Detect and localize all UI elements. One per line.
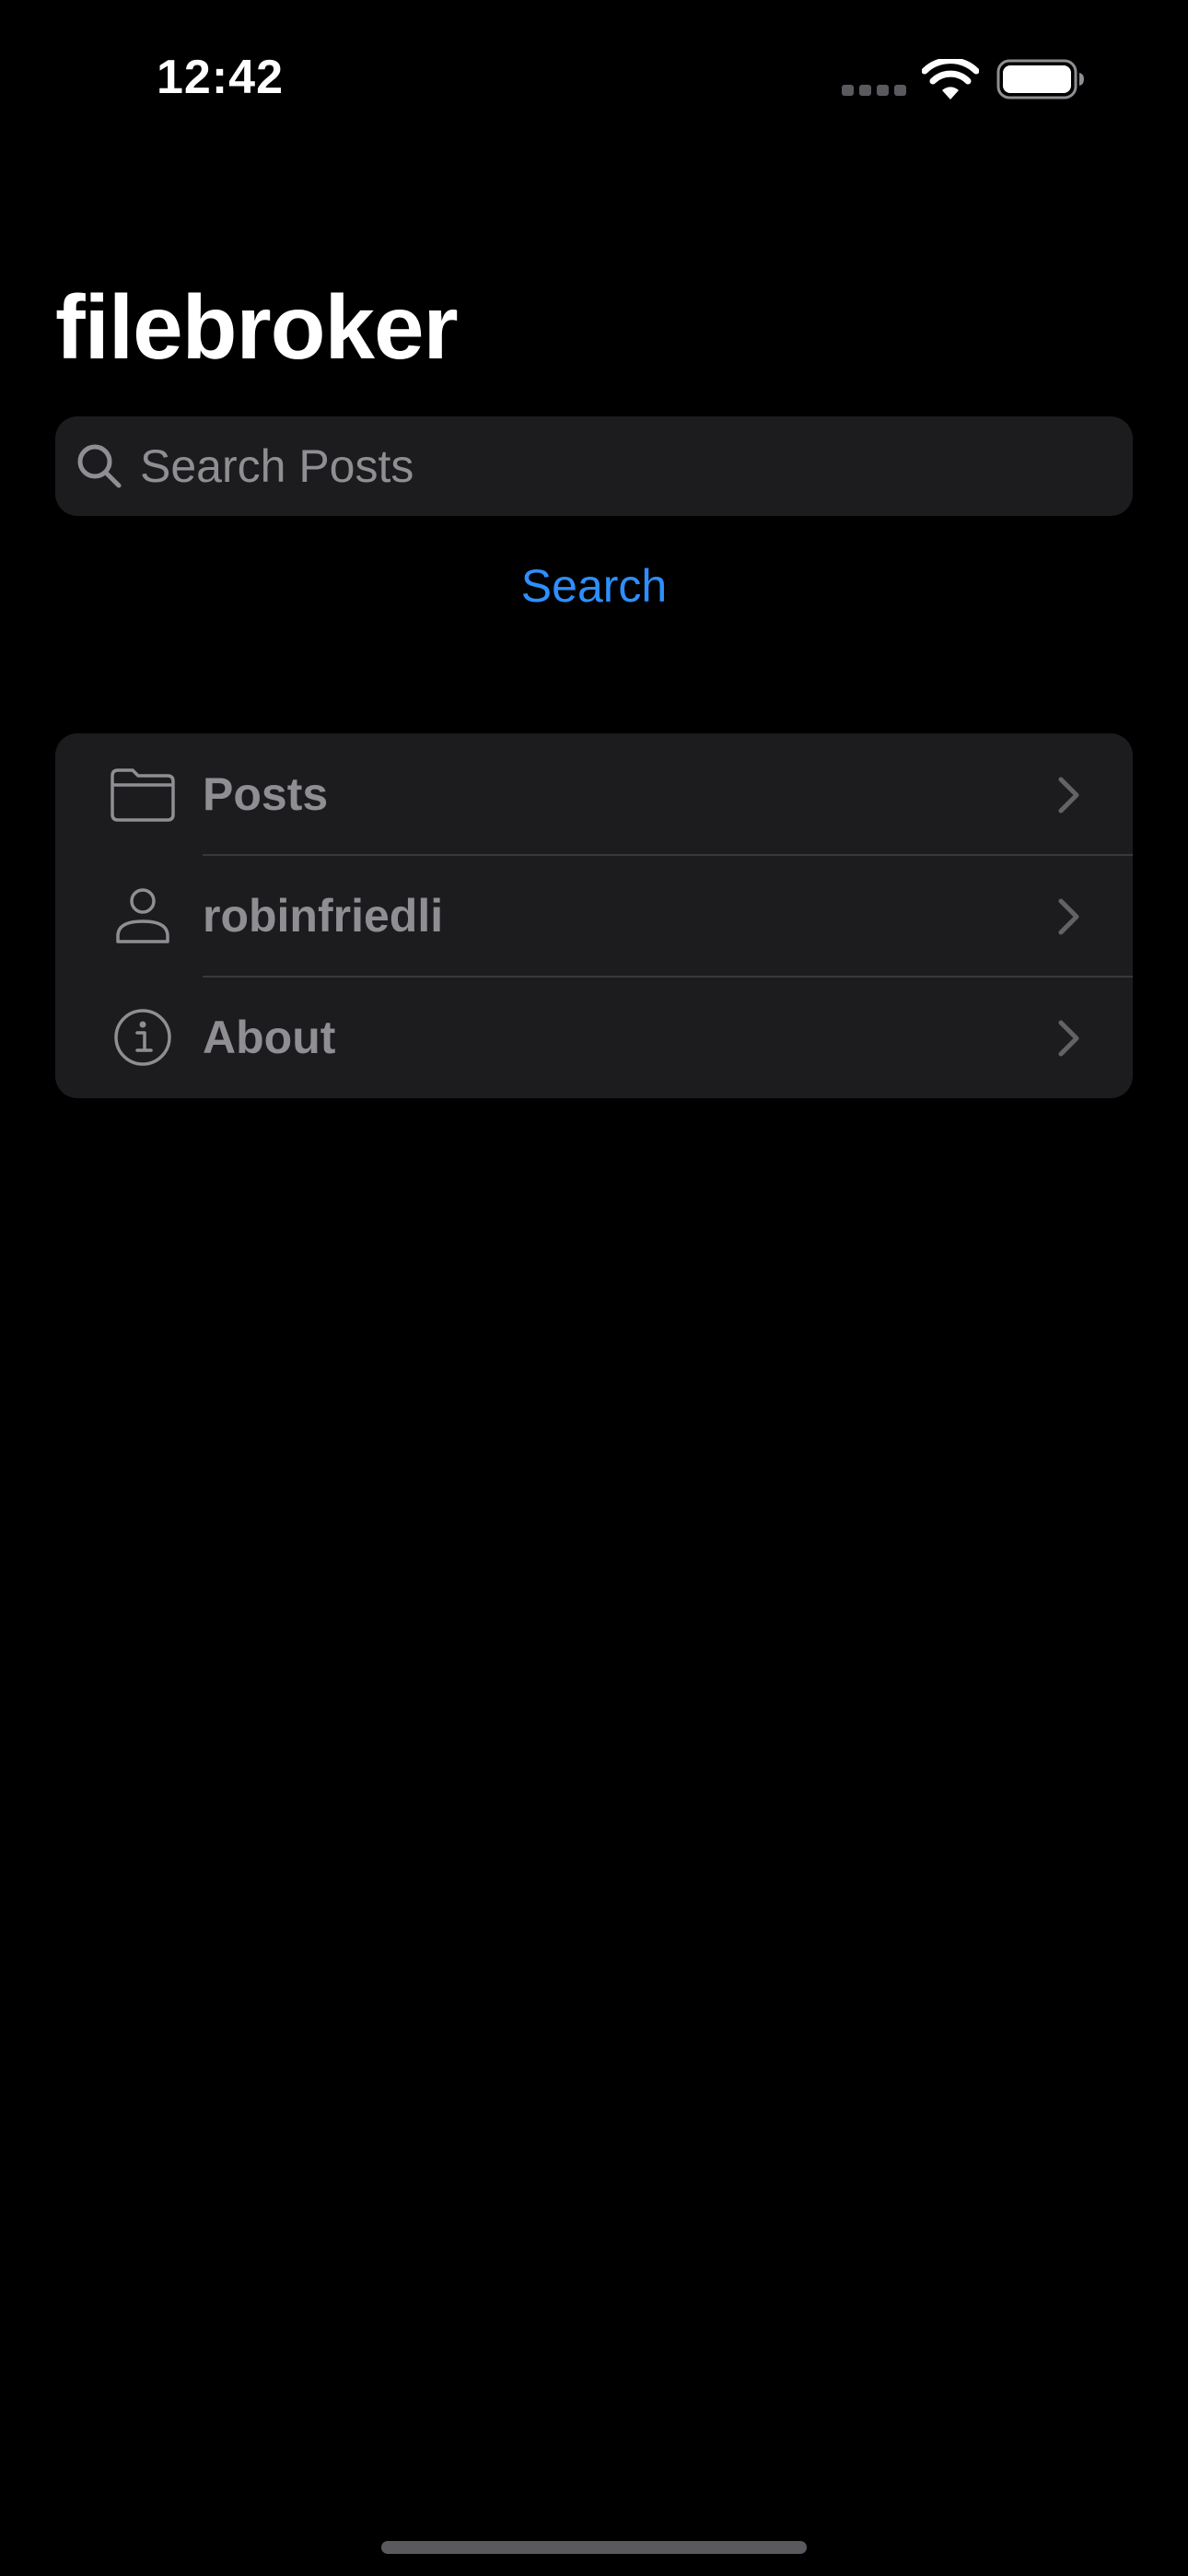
- menu-item-about[interactable]: About: [55, 977, 1133, 1098]
- chevron-right-icon: [1058, 777, 1079, 814]
- menu-list: Posts robinfriedli About: [55, 733, 1133, 1098]
- status-time: 12:42: [157, 51, 284, 104]
- page-title: filebroker: [55, 276, 459, 378]
- menu-item-label: About: [203, 1012, 336, 1063]
- search-button[interactable]: Search: [0, 553, 1188, 619]
- person-icon: [116, 888, 169, 943]
- wifi-icon: [922, 59, 979, 100]
- status-bar: 12:42: [0, 0, 1188, 147]
- info-icon: [114, 1009, 171, 1066]
- menu-item-label: Posts: [203, 768, 329, 820]
- menu-item-label: robinfriedli: [203, 890, 444, 942]
- search-field[interactable]: [55, 416, 1133, 516]
- chevron-right-icon: [1058, 898, 1079, 935]
- menu-item-posts[interactable]: Posts: [55, 733, 1133, 855]
- chevron-right-icon: [1058, 1020, 1079, 1057]
- home-indicator[interactable]: [381, 2541, 807, 2554]
- folder-icon: [111, 768, 175, 822]
- signal-dots-icon: [842, 85, 906, 98]
- menu-item-user[interactable]: robinfriedli: [55, 855, 1133, 977]
- battery-icon: [996, 59, 1084, 100]
- search-input[interactable]: [140, 416, 1107, 516]
- search-icon: [77, 444, 122, 488]
